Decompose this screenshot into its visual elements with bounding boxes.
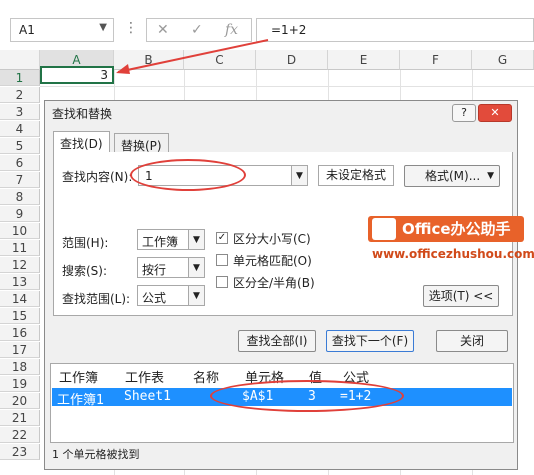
office-logo-icon [372, 218, 396, 240]
results-header[interactable]: 工作表 [125, 367, 164, 386]
chevron-down-icon[interactable]: ▼ [188, 286, 204, 305]
watermark-url: www.officezhushou.com [372, 247, 534, 261]
annotation-oval [130, 159, 246, 191]
search-value: 按行 [142, 263, 167, 277]
close-icon[interactable]: ✕ [478, 104, 512, 122]
format-button[interactable]: 格式(M)... ▼ [404, 165, 500, 187]
look-in-value: 公式 [142, 291, 167, 305]
dialog-title: 查找和替换 [52, 107, 113, 121]
match-case-label: 区分大小写(C) [233, 232, 311, 246]
status-text: 1 个单元格被找到 [52, 448, 140, 461]
help-button[interactable]: ? [452, 104, 476, 122]
tab-find[interactable]: 查找(D) [53, 131, 110, 153]
results-header[interactable]: 名称 [193, 367, 219, 386]
find-all-button[interactable]: 查找全部(I) [238, 330, 316, 352]
match-byte-label: 区分全/半角(B) [233, 276, 315, 290]
look-in-label: 查找范围(L): [62, 292, 131, 306]
match-byte-checkbox[interactable] [216, 276, 228, 288]
chevron-down-icon[interactable]: ▼ [291, 166, 307, 185]
close-button[interactable]: 关闭 [436, 330, 508, 352]
search-label: 搜索(S): [62, 264, 108, 278]
result-sheet: Sheet1 [124, 389, 171, 404]
format-button-label: 格式(M)... [425, 169, 481, 183]
result-workbook: 工作簿1 [57, 393, 105, 408]
search-select[interactable]: 按行 ▼ [137, 257, 205, 278]
tab-replace[interactable]: 替换(P) [114, 133, 169, 153]
find-what-label: 查找内容(N): [62, 170, 133, 184]
within-select[interactable]: 工作簿 ▼ [137, 229, 205, 250]
look-in-select[interactable]: 公式 ▼ [137, 285, 205, 306]
within-label: 范围(H): [62, 236, 109, 250]
options-button[interactable]: 选项(T) << [423, 285, 499, 307]
annotation-oval [210, 380, 404, 412]
chevron-down-icon[interactable]: ▼ [188, 230, 204, 249]
match-case-checkbox[interactable]: ✓ [216, 232, 228, 244]
chevron-down-icon: ▼ [487, 171, 494, 181]
format-preview: 未设定格式 [318, 165, 394, 186]
find-next-button[interactable]: 查找下一个(F) [326, 330, 414, 352]
match-entire-label: 单元格匹配(O) [233, 254, 312, 268]
results-header[interactable]: 工作簿 [59, 367, 98, 386]
match-entire-checkbox[interactable] [216, 254, 228, 266]
chevron-down-icon[interactable]: ▼ [188, 258, 204, 277]
within-value: 工作簿 [142, 235, 179, 249]
